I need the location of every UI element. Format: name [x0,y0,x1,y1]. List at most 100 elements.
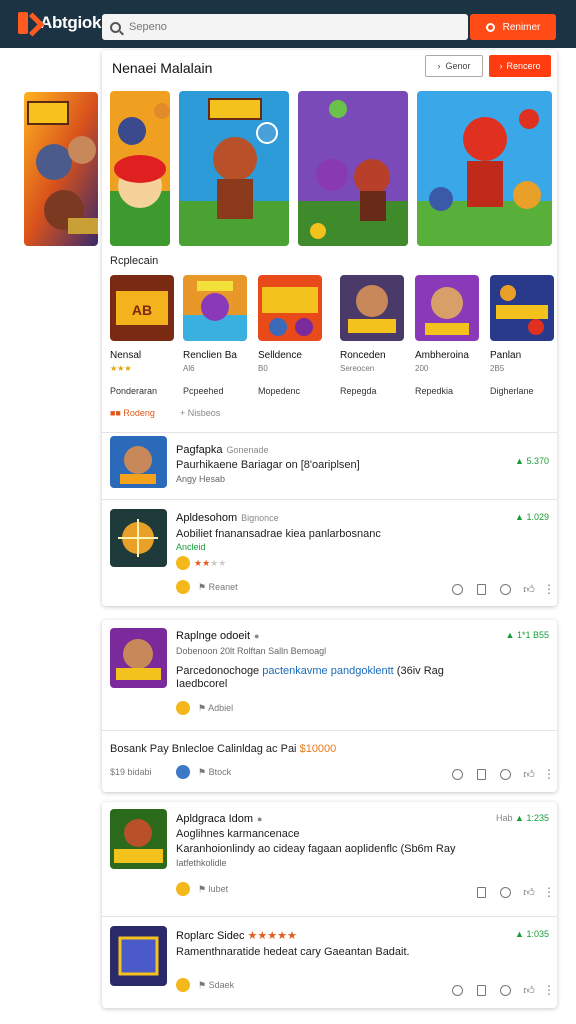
copy-icon[interactable] [475,984,487,996]
tile-rating: Sereocen [340,364,375,373]
tile-rating: Al6 [183,364,195,373]
list-item-title-text: Pagfapka [176,444,223,456]
list-item-title-text: Apldesohom [176,512,238,524]
list-item-stat: ▲ 1.029 [515,512,549,522]
game-tile-6[interactable] [490,275,554,341]
flag-icon: ⚑ [198,767,209,777]
more-options-icon[interactable]: ⋮ [543,583,555,595]
card-title[interactable]: Roplarc Sidec ★★★★★ [176,929,297,942]
featured-banner-1[interactable] [110,91,170,246]
share-icon[interactable] [451,984,463,996]
tile-meta: Ponderaran [110,386,158,396]
game-tile-4[interactable] [340,275,404,341]
card-title-text: Roplarc Sidec [176,930,245,942]
copy-icon[interactable] [475,886,487,898]
like-icon[interactable]: 👍︎ [523,583,535,596]
card-stat-label: Hab [496,813,513,823]
share-icon[interactable] [451,768,463,780]
badge-icon: ■■ [110,408,124,418]
trend-up-icon: ▲ [505,630,517,640]
secondary-button[interactable]: › Genor [425,55,483,77]
section-label: Rcplecain [110,255,159,267]
app-logo[interactable]: Abtgiok [18,12,101,34]
search-box[interactable] [102,14,468,40]
game-tile-3[interactable] [258,275,322,341]
search-input[interactable] [129,21,429,33]
card-title-text: Apldgraca Idom [176,813,254,825]
more-link[interactable]: + Nisbeos [180,408,220,418]
search-button-label: Renimer [502,21,541,33]
info-icon[interactable] [499,886,511,898]
more-options-icon[interactable]: ⋮ [543,886,555,898]
tile-meta: Pcpeehed [183,386,224,396]
card-meta: Iatfethkolidle [176,858,227,868]
card-stat: Hab ▲ 1:235 [496,813,549,823]
ticker-headline[interactable]: Bosank Pay Bnlecloe Calinldag ac Pai $10… [110,743,410,755]
more-link-label: Nisbeos [187,408,221,418]
report-link-label: Sdaek [208,980,235,990]
avatar[interactable] [176,765,190,779]
primary-button[interactable]: › Rencero [489,55,551,77]
like-icon[interactable]: 👍︎ [523,886,535,899]
featured-banner-2[interactable] [179,91,289,246]
trend-up-icon: ▲ [515,929,527,939]
list-item-title[interactable]: Pagfapka Gonenade [176,444,269,456]
like-icon[interactable]: 👍︎ [523,984,535,997]
featured-banner-3[interactable] [298,91,408,246]
card-description: Ramenthnaratide hedeat cary Gaeantan Bad… [176,946,410,958]
copy-icon[interactable] [475,768,487,780]
action-bar: 👍︎ ⋮ [451,984,555,997]
card-description: Karanhoionlindy ao cideay fagaan aoplide… [176,843,456,855]
card-stat-value: 1:035 [526,929,549,939]
card-title[interactable]: Raplnge odoeit ● [176,630,259,642]
trending-badge[interactable]: ■■ Rodeng [110,408,155,418]
reaction-icon[interactable] [176,882,190,896]
info-icon[interactable] [499,768,511,780]
stock-link[interactable]: ⚑ Btock [198,767,231,778]
card-icon[interactable] [110,926,167,986]
list-item-title[interactable]: Apldesohom Bignonce [176,512,279,524]
card-icon[interactable] [110,809,167,869]
rating-stars: ★★★★★ [247,930,297,942]
reaction-icon[interactable] [176,978,190,992]
list-item-icon[interactable] [110,436,167,488]
copy-icon[interactable] [475,583,487,595]
card-description-b: pactenkavme pandgoklentt [262,665,394,677]
featured-banner-4[interactable] [417,91,552,246]
tile-name: Panlan [490,350,522,361]
search-icon [485,22,495,32]
featured-title: Nenaei Malalain [112,60,213,76]
card-icon[interactable] [110,628,167,688]
info-icon[interactable] [499,984,511,996]
more-options-icon[interactable]: ⋮ [543,768,555,780]
reaction-icon[interactable] [176,701,190,715]
reaction-icon[interactable] [176,556,190,570]
list-item-subtitle: Gonenade [226,445,269,455]
report-link[interactable]: ⚑ Reanet [198,582,238,593]
game-tile-2[interactable] [183,275,247,341]
share-icon[interactable] [451,583,463,595]
game-card-list: Apldgraca Idom ● Aoglihnes karmancenace K… [102,802,557,1008]
report-link-label: Reanet [208,582,238,592]
game-tile-1[interactable]: AB [110,275,174,341]
game-tile-5[interactable] [415,275,479,341]
action-bar: 👍︎ ⋮ [451,768,555,781]
report-link[interactable]: ⚑ Sdaek [198,980,234,991]
more-options-icon[interactable]: ⋮ [543,984,555,996]
like-icon[interactable]: 👍︎ [523,768,535,781]
tile-rating: 200 [415,364,429,373]
report-link[interactable]: ⚑ Adbiel [198,703,233,714]
action-bar: 👍︎ ⋮ [451,583,555,596]
tile-meta: Repedkia [415,386,454,396]
tile-meta: Repegda [340,386,377,396]
search-button[interactable]: Renimer [470,14,556,40]
list-item-stat: ▲ 5.370 [515,456,549,466]
info-icon[interactable] [499,583,511,595]
report-link[interactable]: ⚑ lubet [198,884,228,895]
tile-name: Ambheroina [415,350,469,361]
list-item-icon[interactable] [110,509,167,567]
report-link-label: lubet [208,884,229,894]
reaction-icon[interactable] [176,580,190,594]
card-title[interactable]: Apldgraca Idom ● [176,813,262,825]
side-promo-image[interactable] [24,92,98,246]
